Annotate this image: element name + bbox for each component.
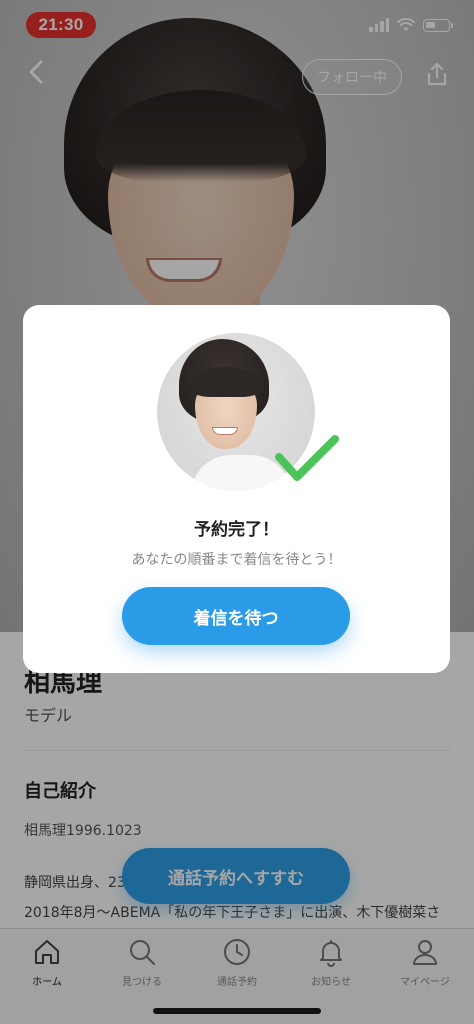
checkmark-icon	[275, 435, 339, 481]
reservation-complete-modal: 予約完了！ あなたの順番まで着信を待とう！ 着信を待つ	[23, 305, 450, 673]
wait-for-call-button[interactable]: 着信を待つ	[122, 587, 350, 645]
modal-subtitle: あなたの順番まで着信を待とう！	[131, 552, 342, 568]
avatar-smile	[212, 427, 238, 435]
screen: 21:30 フォロー中 相馬理 モデル 自己紹介 相馬理1996.1023 静岡…	[0, 0, 474, 1024]
modal-title: 予約完了！	[194, 520, 279, 540]
home-indicator	[153, 1008, 321, 1014]
